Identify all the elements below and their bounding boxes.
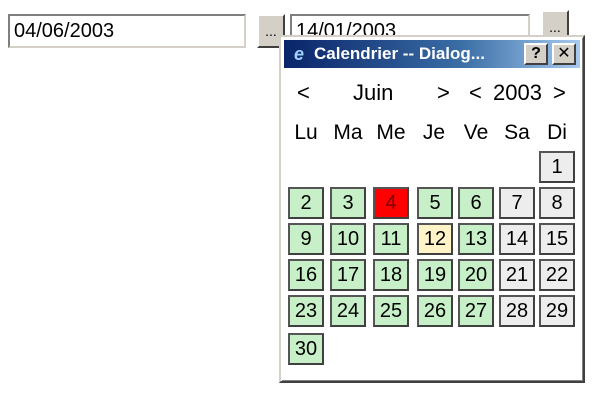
day-cell[interactable]: 14 (499, 223, 535, 255)
day-cell[interactable]: 21 (499, 259, 535, 291)
next-month-button[interactable]: > (437, 79, 450, 107)
weekday-label: Di (547, 121, 567, 144)
day-cell[interactable]: 30 (288, 333, 324, 365)
day-cell[interactable]: 18 (373, 259, 409, 291)
weekday-label: Je (422, 121, 446, 144)
calendar-dialog: e Calendrier -- Dialog... ? ✕ < Juin > <… (279, 35, 585, 383)
day-cell[interactable]: 11 (373, 223, 409, 255)
day-cell[interactable]: 5 (417, 187, 453, 219)
weekday-label: Me (376, 121, 406, 144)
day-cell[interactable]: 22 (539, 259, 575, 291)
day-cell[interactable]: 16 (288, 259, 324, 291)
next-year-button[interactable]: > (553, 79, 566, 107)
close-button[interactable]: ✕ (552, 43, 576, 65)
help-button[interactable]: ? (524, 43, 548, 65)
day-cell[interactable]: 17 (330, 259, 366, 291)
date-field-1[interactable]: 04/06/2003 (8, 14, 246, 48)
day-cell[interactable]: 19 (417, 259, 453, 291)
day-cell[interactable]: 10 (330, 223, 366, 255)
month-label: Juin (353, 80, 394, 105)
day-cell[interactable]: 15 (539, 223, 575, 255)
prev-month-button[interactable]: < (297, 79, 310, 107)
day-cell[interactable]: 24 (330, 295, 366, 327)
year-label: 2003 (493, 80, 542, 105)
day-cell[interactable]: 20 (458, 259, 494, 291)
day-cell[interactable]: 26 (417, 295, 453, 327)
day-cell[interactable]: 25 (373, 295, 409, 327)
prev-year-button[interactable]: < (469, 79, 482, 107)
day-cell[interactable]: 29 (539, 295, 575, 327)
day-cell[interactable]: 3 (330, 187, 366, 219)
weekday-label: Ve (463, 121, 489, 144)
weekday-label: Ma (333, 121, 363, 144)
day-cell[interactable]: 9 (288, 223, 324, 255)
dialog-titlebar[interactable]: e Calendrier -- Dialog... ? ✕ (284, 40, 580, 68)
day-cell[interactable]: 4 (373, 187, 409, 219)
day-cell[interactable]: 28 (499, 295, 535, 327)
day-cell[interactable]: 8 (539, 187, 575, 219)
internet-explorer-icon: e (293, 44, 304, 64)
day-cell[interactable]: 7 (499, 187, 535, 219)
day-cell[interactable]: 13 (458, 223, 494, 255)
day-cell[interactable]: 2 (288, 187, 324, 219)
day-cell[interactable]: 23 (288, 295, 324, 327)
day-cell[interactable]: 27 (458, 295, 494, 327)
day-cell[interactable]: 1 (539, 151, 575, 183)
weekday-label: Sa (504, 121, 530, 144)
day-cell[interactable]: 12 (417, 223, 453, 255)
weekday-label: Lu (294, 121, 318, 144)
dialog-title: Calendrier -- Dialog... (314, 44, 485, 63)
day-cell[interactable]: 6 (458, 187, 494, 219)
